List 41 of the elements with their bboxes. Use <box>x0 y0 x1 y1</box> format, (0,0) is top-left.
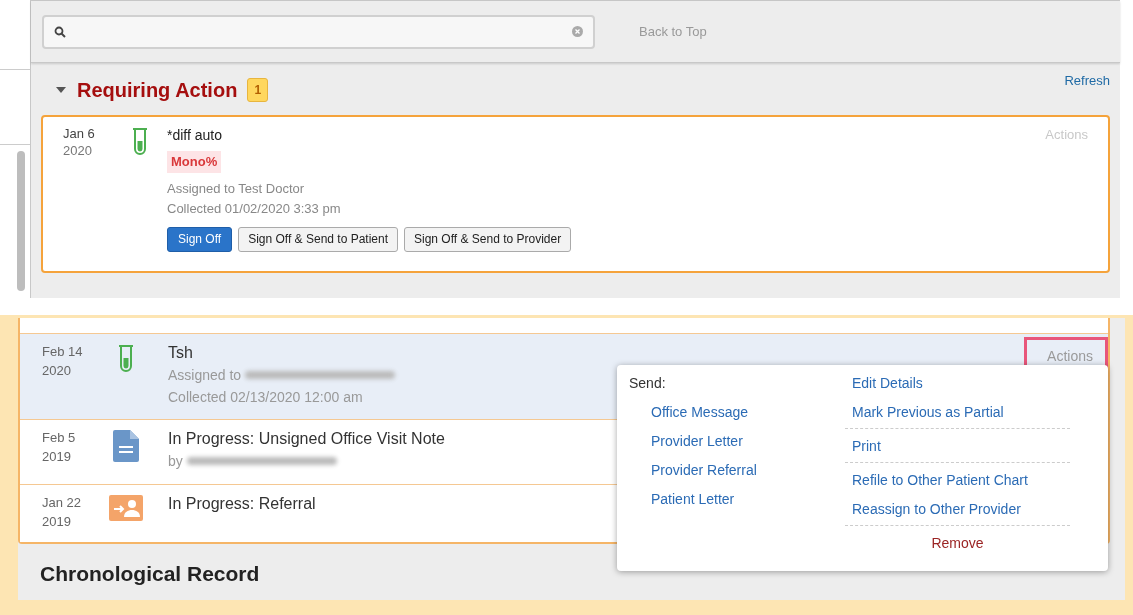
menu-item[interactable]: Mark Previous as Partial <box>845 402 1070 422</box>
menu-item[interactable]: Reassign to Other Provider <box>845 499 1070 519</box>
clear-icon[interactable] <box>572 26 583 37</box>
count-badge: 1 <box>247 78 269 102</box>
date-text: Feb 14 <box>42 343 84 361</box>
record-title: Tsh <box>168 343 193 363</box>
menu-item[interactable]: Print <box>845 436 1070 456</box>
result-title: *diff auto <box>167 126 223 145</box>
section-title: Requiring Action <box>77 78 238 103</box>
year-text: 2020 <box>63 142 93 159</box>
record-title: In Progress: Referral <box>168 494 316 514</box>
sign-off-button[interactable]: Sign Off <box>167 226 233 252</box>
detail-text: Assigned to <box>168 366 242 385</box>
year-text: 2020 <box>42 362 72 380</box>
refresh-link[interactable]: Refresh <box>1064 71 1110 91</box>
search-icon <box>54 25 66 38</box>
menu-item[interactable]: Patient Letter <box>629 489 845 509</box>
year-text: 2019 <box>42 513 72 531</box>
search-field[interactable] <box>42 14 595 49</box>
year-text: 2019 <box>42 448 72 466</box>
detail-text: Collected 02/13/2020 12:00 am <box>168 388 363 407</box>
test-tube-icon <box>131 127 149 157</box>
document-icon <box>113 430 139 462</box>
date-text: Jan 6 <box>63 125 96 142</box>
date-text: Jan 22 <box>42 494 83 512</box>
detail-text: Assigned to Test Doctor <box>167 179 305 198</box>
menu-item[interactable]: Provider Referral <box>629 460 845 480</box>
scrollbar[interactable] <box>17 151 25 291</box>
abnormal-flag: Mono% <box>167 151 222 173</box>
sign-off-send-button[interactable]: Sign Off & Send to Provider <box>404 226 572 252</box>
person-referral-icon <box>109 495 143 521</box>
sign-off-send-button[interactable]: Sign Off & Send to Patient <box>238 226 398 252</box>
menu-item[interactable]: Provider Letter <box>629 431 845 451</box>
detail-text: Collected 01/02/2020 3:33 pm <box>167 199 341 218</box>
date-text: Feb 5 <box>42 429 77 447</box>
send-label: Send: <box>629 374 667 393</box>
record-title: In Progress: Unsigned Office Visit Note <box>168 429 445 449</box>
test-tube-icon <box>117 344 135 374</box>
detail-text: by <box>168 452 183 471</box>
section-heading: Chronological Record <box>40 561 260 587</box>
menu-item[interactable]: Office Message <box>629 402 845 422</box>
